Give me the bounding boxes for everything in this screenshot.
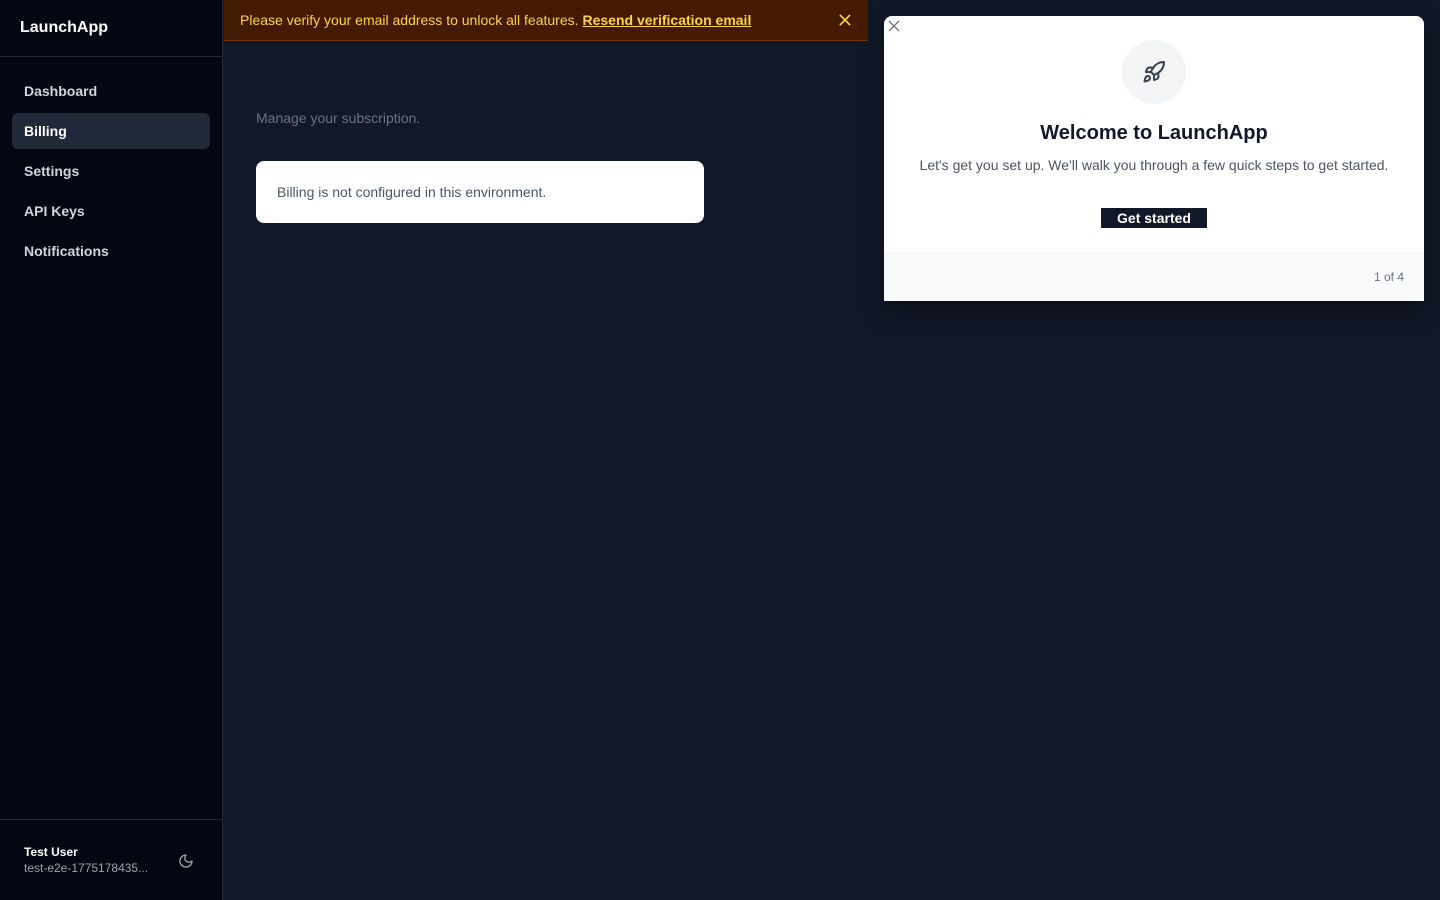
- moon-icon: [179, 854, 193, 868]
- page-subtitle: Manage your subscription.: [256, 110, 421, 126]
- sidebar-nav: Dashboard Billing Settings API Keys Noti…: [0, 57, 222, 269]
- welcome-title: Welcome to LaunchApp: [1040, 122, 1268, 144]
- theme-toggle-button[interactable]: [175, 850, 197, 872]
- sidebar-item-notifications[interactable]: Notifications: [12, 233, 210, 269]
- billing-notice-text: Billing is not configured in this enviro…: [277, 184, 547, 200]
- step-counter: 1 of 4: [1373, 270, 1404, 284]
- user-profile: Test User test-e2e-1775178435...: [0, 819, 223, 900]
- sidebar-item-api-keys[interactable]: API Keys: [12, 193, 210, 229]
- sidebar-item-dashboard[interactable]: Dashboard: [12, 73, 210, 109]
- welcome-description: Let's get you set up. We'll walk you thr…: [919, 157, 1389, 173]
- welcome-footer: 1 of 4: [884, 252, 1424, 301]
- rocket-icon: [1143, 60, 1165, 83]
- banner-close-button[interactable]: [836, 11, 854, 29]
- user-name: Test User: [24, 845, 78, 859]
- brand-logo[interactable]: LaunchApp: [0, 0, 222, 57]
- resend-verification-link[interactable]: Resend verification email: [583, 12, 752, 28]
- close-icon: [888, 20, 900, 32]
- rocket-icon-wrapper: [1122, 40, 1186, 104]
- verify-email-banner: Please verify your email address to unlo…: [224, 0, 868, 41]
- welcome-dialog: Welcome to LaunchApp Let's get you set u…: [884, 16, 1424, 301]
- get-started-button[interactable]: Get started: [1101, 208, 1207, 228]
- app-root: LaunchApp Dashboard Billing Settings API…: [0, 0, 1440, 900]
- welcome-close-button[interactable]: [886, 18, 902, 34]
- user-email: test-e2e-1775178435...: [24, 861, 149, 875]
- sidebar-item-settings[interactable]: Settings: [12, 153, 210, 189]
- close-icon: [839, 14, 851, 26]
- banner-message: Please verify your email address to unlo…: [240, 12, 579, 28]
- sidebar: LaunchApp Dashboard Billing Settings API…: [0, 0, 223, 900]
- billing-notice-card: Billing is not configured in this enviro…: [256, 161, 704, 223]
- sidebar-item-billing[interactable]: Billing: [12, 113, 210, 149]
